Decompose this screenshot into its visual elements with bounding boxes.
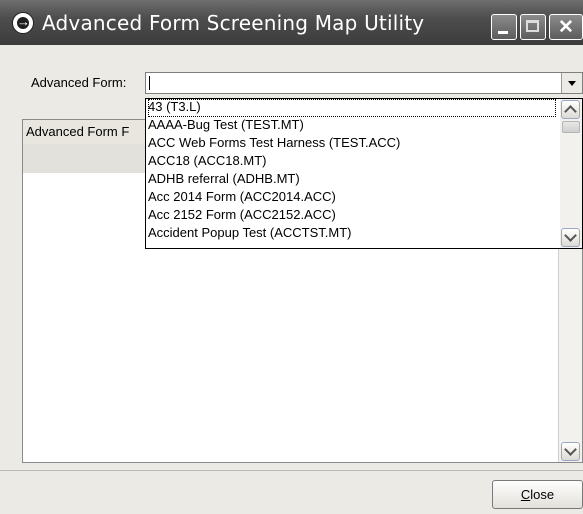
- dropdown-option[interactable]: Acc 2014 Form (ACC2014.ACC): [148, 189, 336, 207]
- dropdown-option[interactable]: ADHB referral (ADHB.MT): [148, 171, 300, 189]
- app-window: Advanced Form Screening Map Utility Adva…: [0, 0, 583, 514]
- scroll-down-icon[interactable]: [561, 442, 580, 461]
- close-button-label: Close: [520, 487, 555, 502]
- text-caret: [149, 76, 150, 90]
- grid-column-header[interactable]: Advanced Form F: [26, 124, 129, 139]
- scroll-up-icon[interactable]: [561, 100, 580, 119]
- scroll-thumb[interactable]: [562, 121, 580, 133]
- advanced-form-label: Advanced Form:: [31, 75, 127, 90]
- close-icon[interactable]: [549, 14, 583, 40]
- advanced-form-combobox[interactable]: [145, 72, 583, 94]
- dropdown-option[interactable]: Acc 2152 Form (ACC2152.ACC): [148, 207, 336, 225]
- dropdown-option[interactable]: 43 (T3.L): [148, 99, 556, 117]
- dropdown-option[interactable]: ACC18 (ACC18.MT): [148, 153, 266, 171]
- app-icon: [12, 12, 34, 34]
- window-title: Advanced Form Screening Map Utility: [42, 11, 425, 35]
- dropdown-scrollbar[interactable]: [560, 99, 582, 248]
- close-button[interactable]: Close: [492, 480, 583, 509]
- chevron-down-icon[interactable]: [561, 73, 582, 93]
- minimize-icon[interactable]: [491, 14, 517, 40]
- maximize-icon[interactable]: [520, 14, 546, 40]
- dropdown-option[interactable]: AAAA-Bug Test (TEST.MT): [148, 117, 304, 135]
- dropdown-option[interactable]: ACC Web Forms Test Harness (TEST.ACC): [148, 135, 400, 153]
- dropdown-option[interactable]: Accident Popup Test (ACCTST.MT): [148, 225, 352, 243]
- title-bar[interactable]: Advanced Form Screening Map Utility: [0, 0, 583, 45]
- scroll-down-icon[interactable]: [561, 228, 580, 247]
- advanced-form-dropdown-list[interactable]: 43 (T3.L) AAAA-Bug Test (TEST.MT) ACC We…: [145, 98, 583, 249]
